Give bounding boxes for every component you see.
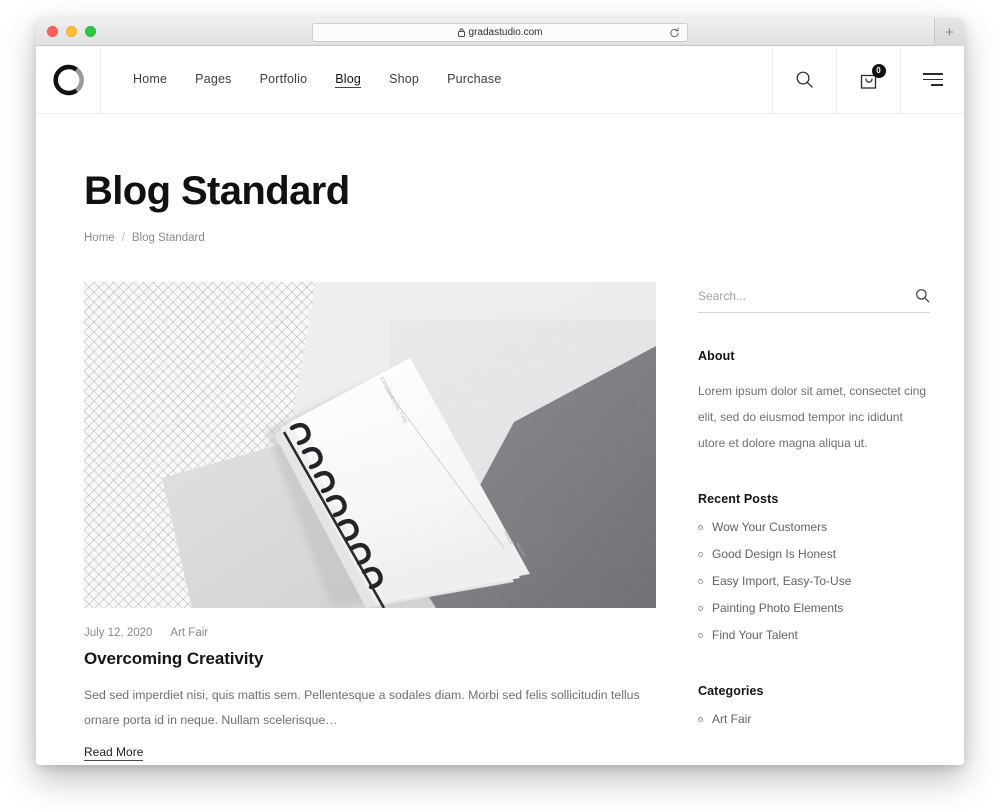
close-window-button[interactable] xyxy=(47,26,58,37)
post-meta: July 12, 2020 Art Fair xyxy=(84,627,668,639)
about-text: Lorem ipsum dolor sit amet, consectet ci… xyxy=(698,384,927,450)
header-cart-button[interactable]: 0 xyxy=(836,46,900,113)
nav-item-blog[interactable]: Blog xyxy=(335,72,362,88)
hamburger-menu-icon xyxy=(922,73,943,86)
bullet-icon xyxy=(698,551,703,557)
bullet-icon xyxy=(698,578,703,584)
recent-posts-list: Wow Your Customers Good Design Is Honest… xyxy=(698,520,930,642)
recent-post-link[interactable]: Find Your Talent xyxy=(712,628,798,642)
site-logo[interactable] xyxy=(36,46,101,113)
breadcrumb-separator: / xyxy=(121,232,125,244)
blog-post: EXPERIMENTAL TYPE ISSUE WORK July 12, 20… xyxy=(84,282,668,762)
bullet-icon xyxy=(698,632,703,638)
blog-sidebar: About Lorem ipsum dolor sit amet, consec… xyxy=(698,282,930,761)
widget-title-recent-posts: Recent Posts xyxy=(698,492,779,507)
bullet-icon xyxy=(698,716,703,722)
browser-titlebar: gradastudio.com + xyxy=(36,18,964,46)
breadcrumb-current: Blog Standard xyxy=(131,232,205,244)
nav-item-portfolio[interactable]: Portfolio xyxy=(260,72,308,87)
new-tab-label: + xyxy=(945,23,954,41)
page-intro: Blog Standard Home / Blog Standard xyxy=(36,114,964,244)
list-item[interactable]: Good Design Is Honest xyxy=(698,547,930,561)
widget-categories: Categories Art Fair xyxy=(698,684,930,726)
recent-post-link[interactable]: Good Design Is Honest xyxy=(712,547,836,561)
page-title: Blog Standard xyxy=(84,169,350,213)
site-header: Home Pages Portfolio Blog Shop Purchase xyxy=(36,46,964,114)
nav-item-home[interactable]: Home xyxy=(133,72,167,87)
read-more-link[interactable]: Read More xyxy=(84,745,144,762)
new-tab-button[interactable]: + xyxy=(934,18,964,46)
post-title[interactable]: Overcoming Creativity xyxy=(84,649,668,669)
page-viewport: Home Pages Portfolio Blog Shop Purchase xyxy=(36,46,964,765)
list-item[interactable]: Easy Import, Easy-To-Use xyxy=(698,574,930,588)
nav-item-shop[interactable]: Shop xyxy=(389,72,419,87)
recent-post-link[interactable]: Painting Photo Elements xyxy=(712,601,843,615)
bullet-icon xyxy=(698,605,703,611)
widget-title-about: About xyxy=(698,349,735,363)
nav-item-pages[interactable]: Pages xyxy=(195,72,231,87)
bullet-icon xyxy=(698,524,703,530)
breadcrumb[interactable]: Home / Blog Standard xyxy=(84,232,964,244)
search-icon xyxy=(916,289,930,303)
post-category[interactable]: Art Fair xyxy=(170,627,208,639)
list-item[interactable]: Art Fair xyxy=(698,712,930,726)
category-link[interactable]: Art Fair xyxy=(712,712,751,726)
sidebar-search-widget[interactable] xyxy=(698,288,930,313)
address-bar[interactable]: gradastudio.com xyxy=(312,23,688,42)
header-menu-button[interactable] xyxy=(900,46,964,113)
categories-list: Art Fair xyxy=(698,712,930,726)
nav-item-purchase[interactable]: Purchase xyxy=(447,72,501,87)
notebook-flatlay-photo: EXPERIMENTAL TYPE ISSUE WORK xyxy=(84,282,656,608)
lock-icon xyxy=(457,28,465,37)
list-item[interactable]: Find Your Talent xyxy=(698,628,930,642)
cart-count-badge: 0 xyxy=(871,63,886,78)
list-item[interactable]: Wow Your Customers xyxy=(698,520,930,534)
search-submit-button[interactable] xyxy=(915,288,930,303)
browser-window: gradastudio.com + Home Pages Portfolio B… xyxy=(36,18,964,765)
recent-post-link[interactable]: Wow Your Customers xyxy=(712,520,827,534)
breadcrumb-home[interactable]: Home xyxy=(84,232,115,244)
blog-main-column: EXPERIMENTAL TYPE ISSUE WORK July 12, 20… xyxy=(84,282,668,762)
minimize-window-button[interactable] xyxy=(66,26,77,37)
widget-recent-posts: Recent Posts Wow Your Customers Good Des… xyxy=(698,492,930,642)
window-controls[interactable] xyxy=(47,26,96,37)
post-featured-image[interactable]: EXPERIMENTAL TYPE ISSUE WORK xyxy=(84,282,656,608)
post-date: July 12, 2020 xyxy=(84,627,153,639)
widget-about: About Lorem ipsum dolor sit amet, consec… xyxy=(698,349,930,456)
widget-title-categories: Categories xyxy=(698,684,764,699)
recent-post-link[interactable]: Easy Import, Easy-To-Use xyxy=(712,574,851,588)
main-navigation[interactable]: Home Pages Portfolio Blog Shop Purchase xyxy=(101,46,772,113)
header-search-button[interactable] xyxy=(772,46,836,113)
maximize-window-button[interactable] xyxy=(85,26,96,37)
post-excerpt: Sed sed imperdiet nisi, quis mattis sem.… xyxy=(84,688,640,727)
list-item[interactable]: Painting Photo Elements xyxy=(698,601,930,615)
address-bar-url: gradastudio.com xyxy=(468,27,543,38)
search-input[interactable] xyxy=(698,288,915,303)
logo-icon xyxy=(53,64,84,95)
content-row: EXPERIMENTAL TYPE ISSUE WORK July 12, 20… xyxy=(36,244,964,762)
search-icon xyxy=(796,71,813,88)
reload-icon[interactable] xyxy=(669,27,680,38)
